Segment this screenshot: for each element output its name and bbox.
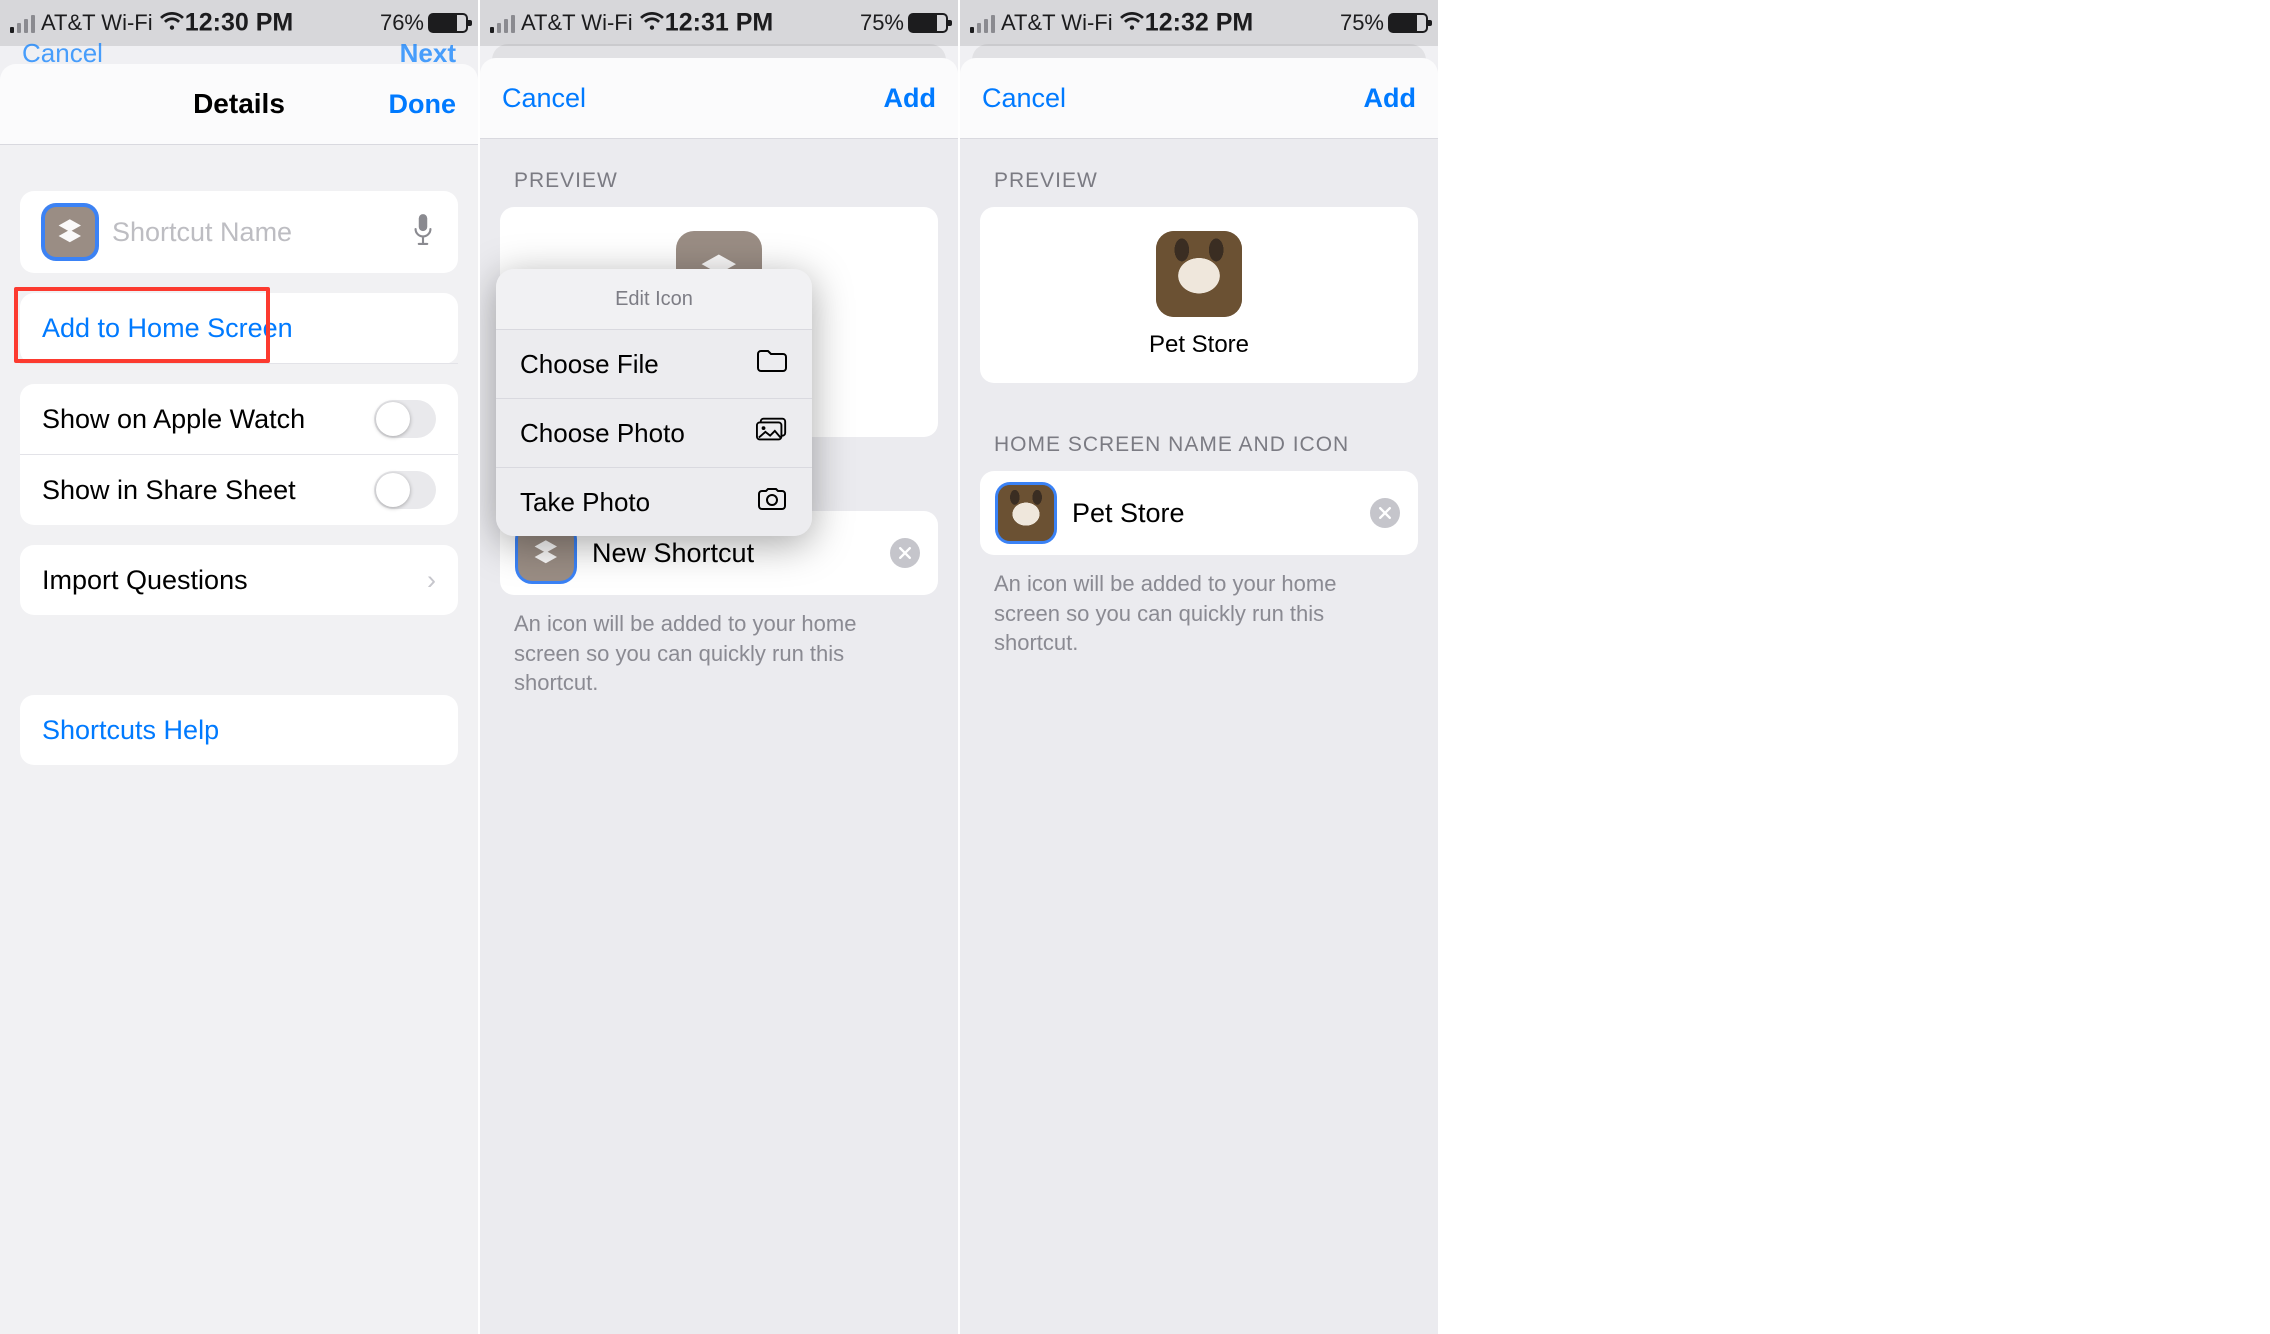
add-button[interactable]: Add	[884, 83, 936, 114]
battery-icon	[1388, 13, 1428, 33]
cell-signal-icon	[490, 13, 515, 33]
choose-photo-row[interactable]: Choose Photo	[496, 399, 812, 468]
share-sheet-toggle[interactable]	[374, 471, 436, 509]
preview-card: Pet Store	[980, 207, 1418, 383]
shortcut-name-input[interactable]: Pet Store	[1072, 498, 1352, 529]
carrier-label: AT&T Wi-Fi	[1001, 10, 1113, 36]
sheet-header: Details Done	[0, 64, 478, 145]
status-bar: AT&T Wi-Fi 12:30 PM 76%	[0, 0, 478, 46]
hint-text: An icon will be added to your home scree…	[960, 555, 1438, 672]
import-questions-row[interactable]: Import Questions ›	[20, 545, 458, 615]
preview-section-label: PREVIEW	[480, 139, 958, 207]
share-sheet-label: Show in Share Sheet	[42, 475, 374, 506]
done-button[interactable]: Done	[389, 89, 457, 120]
wifi-icon	[639, 9, 665, 37]
apple-watch-label: Show on Apple Watch	[42, 404, 374, 435]
action-sheet-title: Edit Icon	[496, 269, 812, 330]
preview-app-name: Pet Store	[1149, 331, 1249, 359]
dictate-icon[interactable]	[410, 212, 436, 253]
screen-details: AT&T Wi-Fi 12:30 PM 76% Cancel Next Deta…	[0, 0, 478, 1334]
take-photo-label: Take Photo	[520, 487, 650, 518]
choose-file-label: Choose File	[520, 349, 659, 380]
share-sheet-row[interactable]: Show in Share Sheet	[20, 455, 458, 525]
title: Details	[193, 88, 285, 120]
shortcuts-help-label: Shortcuts Help	[42, 715, 219, 746]
carrier-label: AT&T Wi-Fi	[521, 10, 633, 36]
add-to-home-screen-row[interactable]: Add to Home Screen	[20, 293, 458, 364]
sheet-header: Cancel Add	[960, 58, 1438, 139]
folder-icon	[756, 347, 788, 382]
add-to-home-screen-label: Add to Home Screen	[42, 313, 293, 344]
status-bar: AT&T Wi-Fi 12:32 PM 75%	[960, 0, 1438, 46]
preview-app-icon	[1156, 231, 1242, 317]
choose-file-row[interactable]: Choose File	[496, 330, 812, 399]
clock: 12:32 PM	[1145, 9, 1253, 38]
screen-pet-store: AT&T Wi-Fi 12:32 PM 75% Cancel Add PREVI…	[960, 0, 1438, 1334]
edit-icon-action-sheet: Edit Icon Choose File Choose Photo	[496, 269, 812, 536]
battery-percent: 75%	[860, 10, 904, 36]
take-photo-row[interactable]: Take Photo	[496, 468, 812, 536]
clear-text-button[interactable]	[1370, 498, 1400, 528]
wifi-icon	[1119, 9, 1145, 37]
cancel-button[interactable]: Cancel	[502, 83, 586, 114]
name-icon-card: Pet Store	[980, 471, 1418, 555]
apple-watch-toggle[interactable]	[374, 400, 436, 438]
cell-signal-icon	[10, 13, 35, 33]
icon-picker-tile[interactable]	[998, 485, 1054, 541]
shortcut-name-field[interactable]: Shortcut Name	[20, 191, 458, 273]
apple-watch-row[interactable]: Show on Apple Watch	[20, 384, 458, 455]
add-button[interactable]: Add	[1364, 83, 1416, 114]
carrier-label: AT&T Wi-Fi	[41, 10, 153, 36]
shortcut-name-placeholder: Shortcut Name	[112, 217, 396, 248]
clear-text-button[interactable]	[890, 538, 920, 568]
name-icon-section-label: HOME SCREEN NAME AND ICON	[960, 383, 1438, 471]
cancel-button[interactable]: Cancel	[982, 83, 1066, 114]
photos-icon	[756, 416, 788, 451]
preview-section-label: PREVIEW	[960, 139, 1438, 207]
battery-icon	[908, 13, 948, 33]
clock: 12:31 PM	[665, 9, 773, 38]
camera-icon	[756, 485, 788, 520]
wifi-icon	[159, 9, 185, 37]
shortcuts-help-row[interactable]: Shortcuts Help	[20, 695, 458, 765]
hint-text: An icon will be added to your home scree…	[480, 595, 958, 712]
battery-percent: 76%	[380, 10, 424, 36]
battery-icon	[428, 13, 468, 33]
shortcut-name-input[interactable]: New Shortcut	[592, 538, 872, 569]
clock: 12:30 PM	[185, 9, 293, 38]
battery-percent: 75%	[1340, 10, 1384, 36]
sheet-header: Cancel Add	[480, 58, 958, 139]
cell-signal-icon	[970, 13, 995, 33]
status-bar: AT&T Wi-Fi 12:31 PM 75%	[480, 0, 958, 46]
choose-photo-label: Choose Photo	[520, 418, 685, 449]
screen-edit-icon-popup: AT&T Wi-Fi 12:31 PM 75% Cancel Add PREVI…	[480, 0, 958, 1334]
import-questions-label: Import Questions	[42, 565, 427, 596]
shortcut-icon-tile[interactable]	[42, 204, 98, 260]
chevron-right-icon: ›	[427, 565, 436, 596]
